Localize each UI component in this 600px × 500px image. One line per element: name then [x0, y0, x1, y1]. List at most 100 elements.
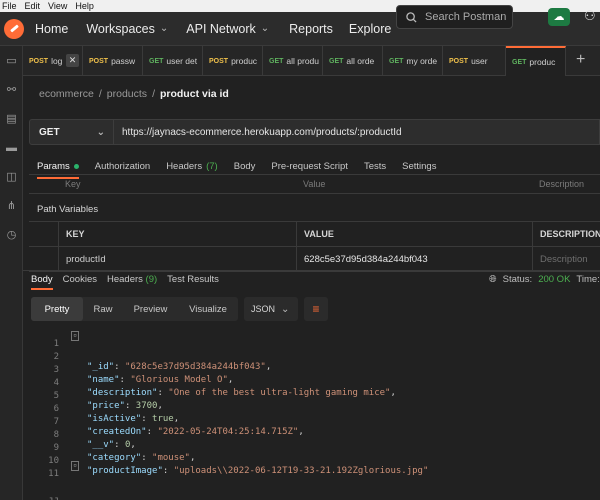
code-line: 4 "description": "One of the best ultra-…: [23, 368, 600, 398]
apis-icon[interactable]: ⚯: [5, 84, 18, 97]
tab-label: log: [51, 56, 63, 66]
header-description: DESCRIPTION: [532, 222, 600, 246]
tab-authorization[interactable]: Authorization: [95, 157, 150, 175]
tab-label: produc: [231, 56, 258, 66]
globe-icon[interactable]: 🌐︎: [489, 274, 497, 285]
search-icon: [406, 11, 417, 23]
tab-headers[interactable]: Headers (7): [166, 157, 218, 175]
request-tab-active[interactable]: GET produc: [506, 46, 566, 76]
menu-view[interactable]: View: [48, 1, 67, 11]
history-icon[interactable]: ◷: [5, 229, 18, 242]
menu-help[interactable]: Help: [75, 1, 94, 11]
status-badge: 200 OK: [538, 274, 571, 285]
tab-params-label: Params: [37, 160, 70, 172]
tab-label: passw: [111, 56, 136, 66]
nav-explore[interactable]: Explore: [349, 22, 391, 36]
collections-icon[interactable]: ▭: [5, 55, 18, 68]
environments-icon[interactable]: ▤: [5, 113, 18, 126]
tab-test-results[interactable]: Test Results: [167, 274, 219, 285]
menu-file[interactable]: File: [2, 1, 17, 11]
tab-response-cookies[interactable]: Cookies: [63, 274, 97, 285]
request-options-tabs: Params Authorization Headers (7) Body Pre…: [37, 157, 436, 179]
tab-method: POST: [89, 57, 109, 65]
request-tab[interactable]: POST user: [443, 46, 506, 76]
response-body-code[interactable]: 1 ▫ 2 "_id": "628c5e37d95d384a244bf043",…: [23, 327, 600, 500]
flows-icon[interactable]: ⋔: [5, 200, 18, 213]
tab-body[interactable]: Body: [234, 157, 256, 175]
tab-method: POST: [29, 57, 49, 65]
request-tab[interactable]: GET all orde: [323, 46, 383, 76]
fold-toggle-icon[interactable]: ▫: [71, 331, 79, 341]
response-headers-count: (9): [145, 274, 158, 285]
request-tab-bar: POST log ✕ POST passw GET user det POST produ…: [23, 46, 600, 76]
code-line: 1 ▫: [23, 329, 600, 349]
request-tab[interactable]: POST passw: [83, 46, 143, 76]
breadcrumb-current[interactable]: product via id: [160, 88, 229, 100]
chevron-down-icon: ⌄: [96, 126, 105, 138]
column-key: Key: [65, 179, 81, 189]
tab-settings[interactable]: Settings: [402, 157, 436, 175]
tab-response-body[interactable]: Body: [31, 274, 53, 290]
response-status: 🌐︎ Status: 200 OK Time:: [489, 274, 600, 285]
request-tab[interactable]: GET all produ: [263, 46, 323, 76]
code-line: 11 ▫: [23, 459, 600, 479]
params-indicator-icon: [73, 163, 79, 169]
breadcrumb-collection[interactable]: ecommerce: [39, 88, 94, 100]
cloud-sync-icon[interactable]: ☁: [548, 8, 570, 26]
tab-response-headers-label: Headers: [106, 274, 143, 285]
tab-method: GET: [269, 57, 284, 65]
code-line: 3 "name": "Glorious Model O",: [23, 355, 600, 385]
tab-tests[interactable]: Tests: [364, 157, 386, 175]
header-key: KEY: [58, 222, 85, 246]
url-value: https://jaynacs-ecommerce.herokuapp.com/…: [122, 126, 402, 138]
nav-workspaces-label: Workspaces: [86, 21, 155, 36]
close-icon[interactable]: ✕: [66, 54, 79, 67]
method-select[interactable]: GET ⌄: [29, 119, 114, 145]
tab-params[interactable]: Params: [37, 157, 79, 179]
tab-prerequest-script[interactable]: Pre-request Script: [271, 157, 348, 175]
invite-user-icon[interactable]: ⚇: [584, 8, 596, 24]
request-tab[interactable]: GET user det: [143, 46, 203, 76]
tab-method: POST: [449, 57, 469, 65]
nav-api-network-label: API Network: [186, 21, 256, 36]
column-value: Value: [303, 179, 326, 189]
format-pretty[interactable]: Pretty: [31, 297, 83, 321]
code-line: 7 "createdOn": "2022-05-24T04:25:14.715Z…: [23, 407, 600, 437]
format-visualize[interactable]: Visualize: [178, 297, 238, 321]
code-line: 2 "_id": "628c5e37d95d384a244bf043",: [23, 342, 600, 372]
request-tab[interactable]: POST log ✕: [23, 46, 83, 76]
response-divider[interactable]: [23, 270, 600, 271]
status-label: Status:: [502, 274, 533, 285]
wrap-lines-icon[interactable]: ≡: [304, 297, 328, 321]
format-preview[interactable]: Preview: [123, 297, 178, 321]
tab-response-headers[interactable]: Headers (9): [107, 274, 157, 285]
nav-reports[interactable]: Reports: [289, 22, 333, 36]
response-format-group: Pretty Raw Preview Visualize: [31, 297, 238, 321]
request-tab[interactable]: POST produc: [203, 46, 263, 76]
nav-home[interactable]: Home: [35, 22, 68, 36]
request-tab[interactable]: GET my orde: [383, 46, 443, 76]
path-variable-description[interactable]: Description: [532, 247, 588, 271]
path-variables-label: Path Variables: [37, 204, 99, 215]
monitors-icon[interactable]: ◫: [5, 171, 18, 184]
mock-servers-icon[interactable]: ▬: [5, 142, 18, 155]
new-tab-plus-icon[interactable]: +: [576, 51, 585, 69]
breadcrumb-folder[interactable]: products: [107, 88, 147, 100]
chevron-down-icon: ⌄: [260, 23, 270, 34]
format-raw[interactable]: Raw: [83, 297, 123, 321]
code-line: 5 "price": 3700,: [23, 381, 600, 411]
code-line: 6 "isActive": true,: [23, 394, 600, 424]
search-input[interactable]: Search Postman: [396, 5, 513, 29]
path-variable-value[interactable]: 628c5e37d95d384a244bf043: [296, 247, 428, 271]
language-select[interactable]: JSON ⌄: [244, 297, 298, 321]
fold-toggle-icon[interactable]: ▫: [71, 461, 79, 471]
tab-method: POST: [209, 57, 229, 65]
postman-logo-icon[interactable]: [4, 18, 24, 39]
url-input[interactable]: https://jaynacs-ecommerce.herokuapp.com/…: [114, 119, 600, 145]
breadcrumb-separator: /: [98, 88, 102, 100]
nav-api-network[interactable]: API Network ⌄: [186, 22, 269, 36]
menu-edit[interactable]: Edit: [25, 1, 41, 11]
path-variable-key[interactable]: productId: [58, 247, 106, 271]
nav-workspaces[interactable]: Workspaces ⌄: [86, 22, 168, 36]
tab-label: my orde: [406, 56, 438, 66]
